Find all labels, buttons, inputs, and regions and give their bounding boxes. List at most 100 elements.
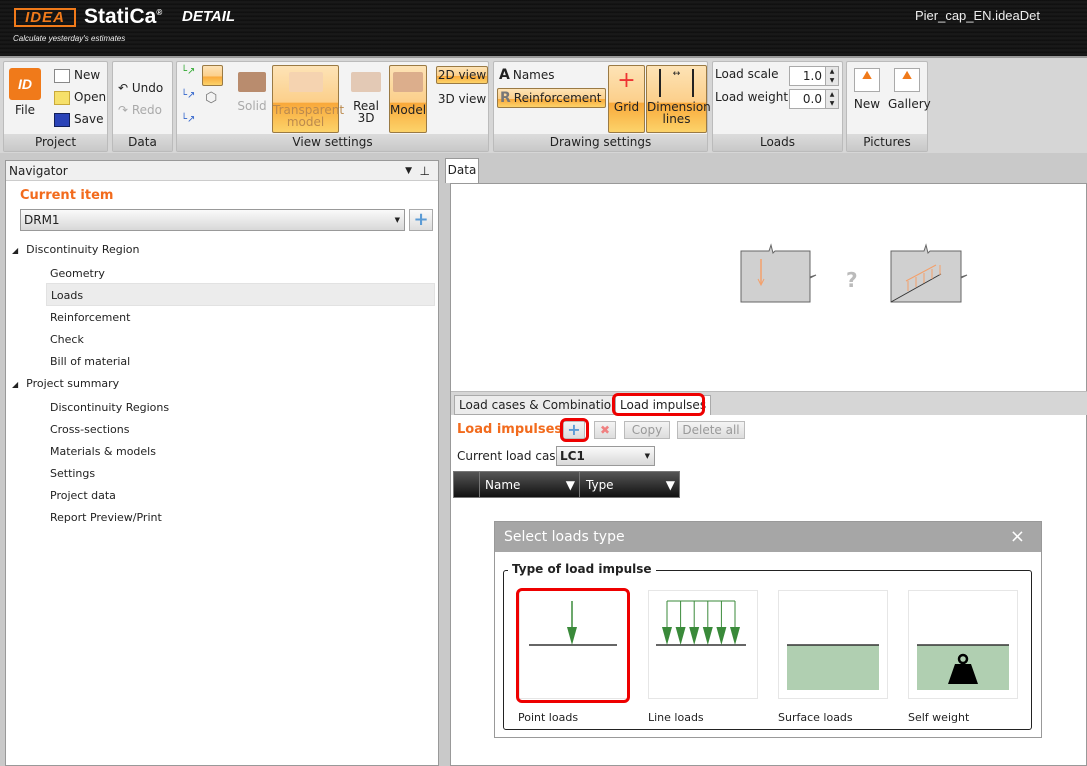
tree-item-geometry[interactable]: Geometry bbox=[50, 267, 105, 280]
tree-item-check[interactable]: Check bbox=[50, 333, 84, 346]
group-label: Drawing settings bbox=[494, 134, 707, 151]
new-picture-button[interactable]: ⛰ New bbox=[849, 67, 885, 117]
surface-loads-option[interactable] bbox=[778, 590, 888, 699]
real-3d-icon bbox=[351, 72, 381, 92]
load-weight-input[interactable]: 0.0 ▲ ▼ bbox=[789, 89, 839, 109]
names-button[interactable]: A Names bbox=[499, 67, 555, 83]
self-weight-option[interactable] bbox=[908, 590, 1018, 699]
line-load-icon bbox=[656, 600, 746, 646]
filter-icon[interactable]: ▼ bbox=[566, 478, 575, 492]
dimension-lines-button[interactable]: ↔ Dimension lines bbox=[646, 65, 711, 133]
copy-button[interactable]: Copy bbox=[624, 421, 670, 439]
load-type-preview: ? bbox=[740, 243, 968, 303]
collapse-icon[interactable]: ◢ bbox=[12, 380, 18, 389]
chevron-down-icon: ▼ bbox=[644, 452, 650, 460]
load-scale-label: Load scale bbox=[715, 67, 779, 81]
group-label: Pictures bbox=[847, 134, 927, 151]
dialog-title: Select loads type bbox=[504, 529, 625, 545]
redo-button[interactable]: ↷ Redo bbox=[118, 103, 162, 117]
open-button[interactable]: Open bbox=[54, 90, 106, 105]
logo-detail: DETAIL bbox=[182, 8, 236, 25]
navigator-header: Navigator ▼ ⊥ bbox=[6, 161, 438, 181]
row-selector-header bbox=[454, 472, 480, 497]
column-header-name[interactable]: Name ▼ bbox=[480, 472, 580, 497]
2d-view-button[interactable]: 2D view bbox=[436, 66, 488, 84]
close-icon[interactable]: × bbox=[1010, 522, 1025, 552]
undo-button[interactable]: ↶ Undo bbox=[118, 81, 163, 95]
reinforcement-button[interactable]: R Reinforcement bbox=[497, 88, 606, 108]
axes-xz-icon[interactable]: └↗ bbox=[181, 90, 195, 101]
gallery-icon: ⛰ bbox=[894, 68, 920, 92]
highlight-box bbox=[516, 588, 630, 703]
save-icon bbox=[54, 112, 70, 127]
file-button[interactable]: ID File bbox=[7, 65, 43, 120]
tree-group-project-summary[interactable]: ◢ Project summary bbox=[12, 377, 119, 390]
gallery-button[interactable]: ⛰ Gallery bbox=[887, 67, 931, 117]
highlight-box bbox=[612, 393, 705, 416]
title-bar: IDEA StatiCa® DETAIL Calculate yesterday… bbox=[0, 0, 1087, 56]
spin-down-icon[interactable]: ▼ bbox=[825, 99, 838, 108]
tree-item-reinforcement[interactable]: Reinforcement bbox=[50, 311, 130, 324]
load-scale-input[interactable]: 1.0 ▲ ▼ bbox=[789, 66, 839, 86]
collapse-icon[interactable]: ◢ bbox=[12, 246, 18, 255]
tree-group-discontinuity-region[interactable]: ◢ Discontinuity Region bbox=[12, 243, 140, 256]
new-file-icon bbox=[54, 68, 70, 83]
save-button[interactable]: Save bbox=[54, 112, 103, 127]
delete-button[interactable]: ✖ bbox=[594, 421, 616, 439]
model-button[interactable]: Model bbox=[389, 65, 427, 133]
add-item-button[interactable]: + bbox=[409, 209, 433, 231]
tree-item-materials-models[interactable]: Materials & models bbox=[50, 445, 156, 458]
tree-item-discontinuity-regions[interactable]: Discontinuity Regions bbox=[50, 401, 169, 414]
dropdown-icon[interactable]: ▼ bbox=[405, 161, 412, 181]
tree-item-cross-sections[interactable]: Cross-sections bbox=[50, 423, 129, 436]
model-icon bbox=[393, 72, 423, 92]
delete-all-button[interactable]: Delete all bbox=[677, 421, 745, 439]
redo-icon: ↷ bbox=[118, 103, 132, 117]
new-picture-icon: ⛰ bbox=[854, 68, 880, 92]
group-project: ID File New Open Save Project bbox=[3, 61, 108, 152]
pin-icon[interactable]: ⊥ bbox=[420, 161, 430, 181]
logo-statica: StatiCa® bbox=[84, 5, 163, 28]
group-view-settings: └↗ └↗ └↗ ⬡ Solid Transparent model Real … bbox=[176, 61, 489, 152]
group-label: Project bbox=[4, 134, 107, 151]
spin-down-icon[interactable]: ▼ bbox=[825, 76, 838, 85]
self-weight-icon bbox=[917, 644, 1009, 690]
axes-xy-icon[interactable]: └↗ bbox=[181, 66, 195, 77]
question-mark: ? bbox=[846, 268, 858, 292]
3d-view-button[interactable]: 3D view bbox=[436, 90, 488, 108]
grid-icon: + bbox=[617, 68, 636, 93]
real-3d-button[interactable]: Real 3D bbox=[344, 67, 388, 129]
spin-up-icon[interactable]: ▲ bbox=[825, 67, 838, 76]
tree-item-report-preview[interactable]: Report Preview/Print bbox=[50, 511, 162, 524]
transparent-model-button[interactable]: Transparent model bbox=[272, 65, 344, 133]
tree-item-bill-of-material[interactable]: Bill of material bbox=[50, 355, 130, 368]
current-load-case-select[interactable]: LC1 ▼ bbox=[556, 446, 655, 466]
tree-item-project-data[interactable]: Project data bbox=[50, 489, 116, 502]
axes-iso-button[interactable] bbox=[202, 65, 223, 86]
new-button[interactable]: New bbox=[54, 68, 100, 83]
cube-icon[interactable]: ⬡ bbox=[205, 90, 217, 106]
current-item-label: Current item bbox=[20, 188, 114, 203]
current-item-select[interactable]: DRM1 ▼ bbox=[20, 209, 405, 231]
tab-load-cases[interactable]: Load cases & Combinations bbox=[454, 395, 630, 415]
option-label-self-weight: Self weight bbox=[908, 711, 970, 724]
group-label: Loads bbox=[713, 134, 842, 151]
group-loads: Load scale 1.0 ▲ ▼ Load weight 0.0 ▲ ▼ Loads bbox=[712, 61, 843, 152]
reinforcement-icon: R bbox=[500, 90, 511, 106]
axes-yz-icon[interactable]: └↗ bbox=[181, 114, 195, 125]
folder-icon bbox=[54, 90, 70, 105]
line-loads-option[interactable] bbox=[648, 590, 758, 699]
tab-data[interactable]: Data bbox=[445, 158, 479, 183]
grid-button[interactable]: + Grid bbox=[608, 65, 645, 133]
filter-icon[interactable]: ▼ bbox=[666, 478, 675, 492]
ribbon: ID File New Open Save Project ↶ Undo ↷ R… bbox=[0, 56, 1087, 153]
solid-button[interactable]: Solid bbox=[232, 67, 272, 119]
tree-item-settings[interactable]: Settings bbox=[50, 467, 95, 480]
undo-icon: ↶ bbox=[118, 81, 132, 95]
select-loads-type-dialog: Select loads type × Type of load impulse … bbox=[494, 521, 1042, 738]
tree-item-loads[interactable]: Loads bbox=[46, 283, 435, 306]
spin-up-icon[interactable]: ▲ bbox=[825, 90, 838, 99]
surface-load-icon bbox=[787, 644, 879, 690]
column-header-type[interactable]: Type ▼ bbox=[581, 472, 679, 497]
option-label-line-loads: Line loads bbox=[648, 711, 704, 724]
